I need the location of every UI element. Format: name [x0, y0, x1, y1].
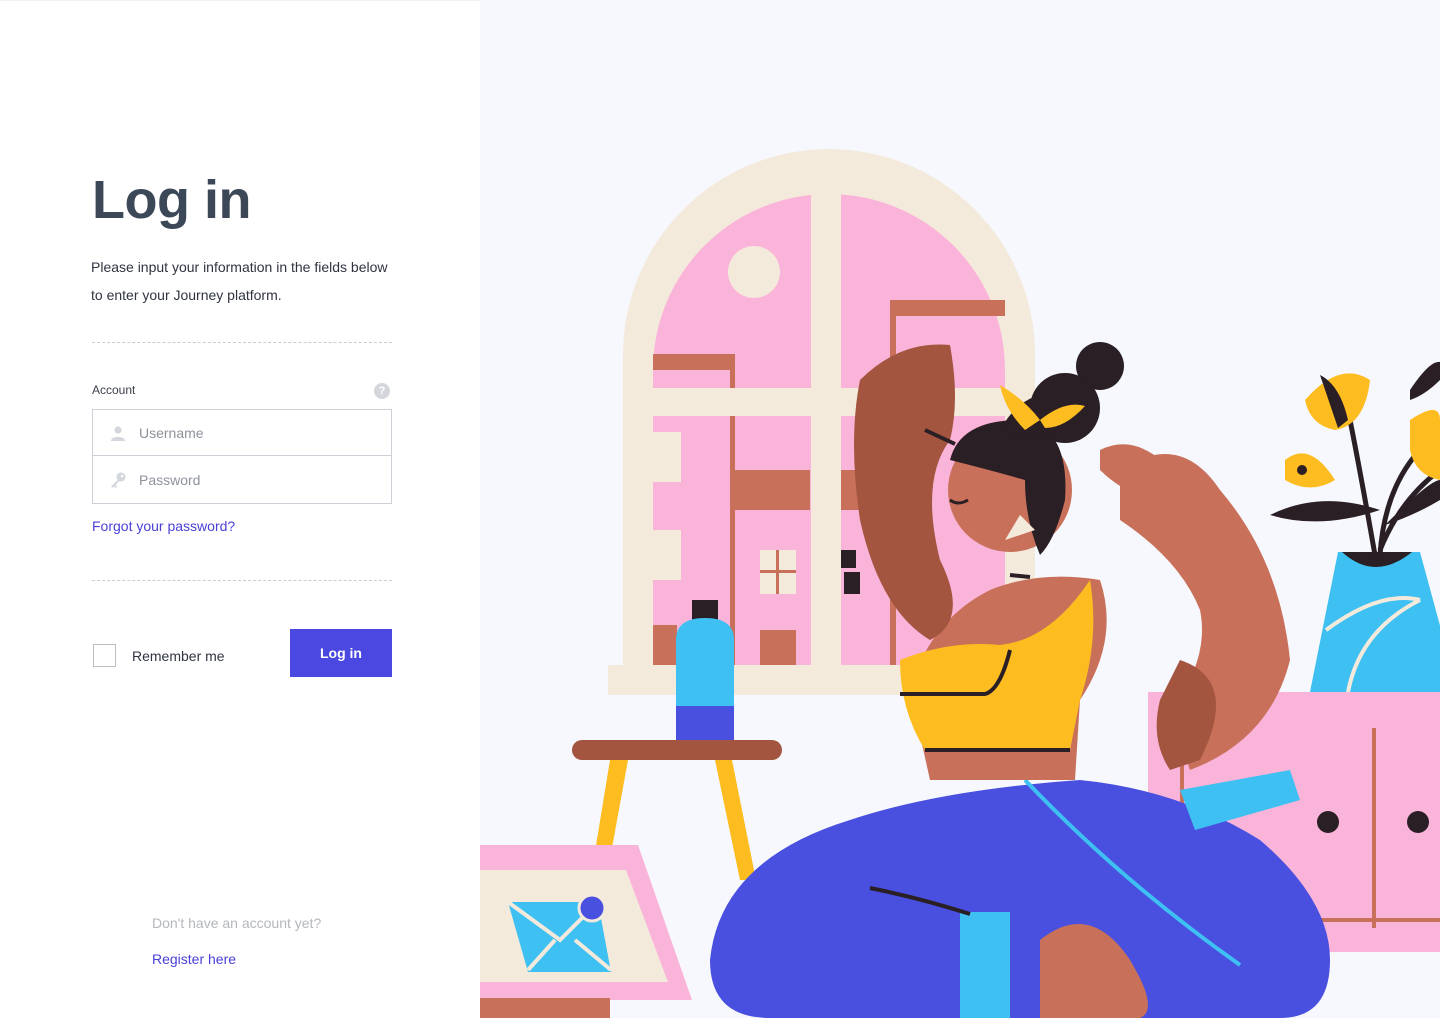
register-link[interactable]: Register here	[152, 951, 236, 967]
divider	[92, 580, 392, 581]
login-button[interactable]: Log in	[290, 629, 392, 677]
no-account-text: Don't have an account yet?	[152, 915, 322, 931]
password-input[interactable]	[139, 471, 369, 488]
divider	[92, 342, 392, 343]
page-description: Please input your information in the fie…	[91, 259, 388, 303]
key-icon	[109, 471, 127, 489]
user-icon	[109, 424, 127, 442]
sun-icon	[728, 246, 780, 298]
question-icon[interactable]: ?	[374, 383, 390, 399]
page-title: Log in	[92, 170, 251, 230]
password-field	[92, 456, 392, 504]
yoga-illustration	[480, 149, 1440, 1018]
username-field	[92, 409, 392, 456]
forgot-password-link[interactable]: Forgot your password?	[92, 518, 235, 534]
remember-me-label[interactable]: Remember me	[132, 648, 225, 664]
username-input[interactable]	[139, 424, 369, 441]
illustration-panel	[480, 0, 1440, 1018]
remember-me-checkbox[interactable]	[93, 644, 116, 667]
account-label: Account	[92, 383, 136, 397]
login-panel: Log in Please input your information in …	[0, 0, 480, 1018]
